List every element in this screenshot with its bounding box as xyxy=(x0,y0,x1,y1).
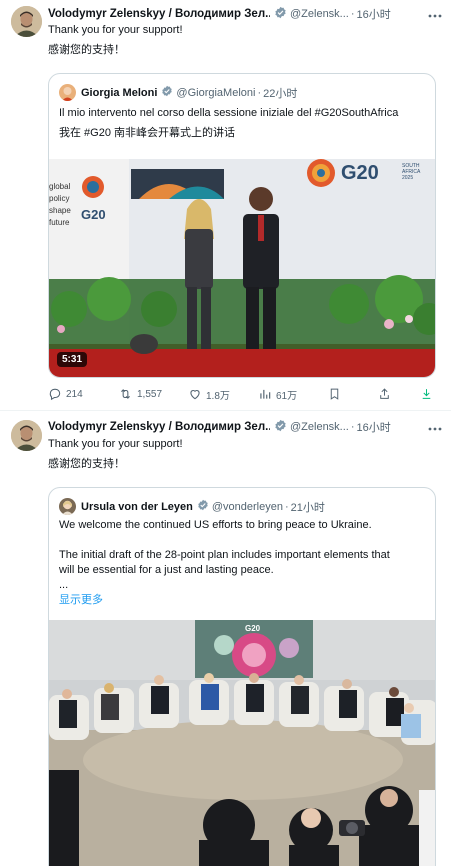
banner-left-text-2: policy xyxy=(49,194,69,203)
tweet-header: Volodymyr Zelenskyy / Володимир Зел... @… xyxy=(48,6,443,22)
tweet-actions: 214 1,557 1.8万 61万 xyxy=(48,385,438,403)
quoted-text-line-2: 我在 #G20 南非峰会开幕式上的讲话 xyxy=(59,127,236,139)
quoted-text-line-2: The initial draft of the 28-point plan i… xyxy=(59,549,390,561)
separator-dot: · xyxy=(257,86,262,99)
author-avatar[interactable] xyxy=(11,420,42,451)
retweet-button[interactable]: 1,557 xyxy=(118,387,188,401)
video-duration-badge: 5:31 xyxy=(57,352,88,367)
banner-g20-small: G20 xyxy=(81,207,106,222)
quoted-photo[interactable]: G20 xyxy=(49,620,435,866)
more-icon[interactable] xyxy=(427,420,443,435)
banner-year: 2025 xyxy=(402,175,413,181)
tweet-1[interactable]: Volodymyr Zelenskyy / Володимир Зел... @… xyxy=(0,0,451,410)
verified-badge-icon xyxy=(274,6,287,22)
like-button[interactable]: 1.8万 xyxy=(188,387,258,402)
quoted-author-name: Giorgia Meloni xyxy=(81,86,158,99)
retweet-count: 1,557 xyxy=(137,388,163,400)
tweet-text-en: Thank you for your support! xyxy=(48,438,183,450)
banner-left-text-1: global xyxy=(49,182,71,191)
show-more-link[interactable]: 显示更多 xyxy=(59,593,425,608)
verified-badge-icon xyxy=(197,499,209,514)
bookmark-icon xyxy=(330,388,339,400)
verified-badge-icon xyxy=(161,85,173,100)
tweet-time[interactable]: 16小时 xyxy=(357,419,391,435)
separator-dot: · xyxy=(284,500,289,513)
banner-left-text-4: future xyxy=(49,218,70,227)
quoted-tweet-header: Giorgia Meloni @GiorgiaMeloni · 22小时 xyxy=(59,84,297,101)
bookmark-button[interactable] xyxy=(328,387,378,401)
share-icon xyxy=(380,388,389,399)
quoted-author-avatar xyxy=(59,84,76,101)
verified-badge-icon xyxy=(274,419,287,435)
author-name[interactable]: Volodymyr Zelenskyy / Володимир Зел... xyxy=(48,421,270,433)
like-icon xyxy=(190,390,200,400)
tweet-text-zh: 感谢您的支持！ xyxy=(48,44,125,56)
author-handle[interactable]: @Zelensk... xyxy=(290,421,349,433)
quoted-tweet[interactable]: Ursula von der Leyen @vonderleyen · 21小时… xyxy=(48,487,436,866)
quoted-tweet-time: 21小时 xyxy=(290,501,325,514)
tweet-text-zh: 感谢您的支持！ xyxy=(48,458,125,470)
quoted-author-handle: @vonderleyen xyxy=(211,500,283,513)
quoted-text-line-3: will be essential for a just and lasting… xyxy=(59,564,274,576)
tweet-header: Volodymyr Zelenskyy / Володимир Зел... @… xyxy=(48,419,443,435)
tweet-2[interactable]: Volodymyr Zelenskyy / Володимир Зел... @… xyxy=(0,411,451,866)
reply-count: 214 xyxy=(66,388,83,400)
quoted-tweet-header: Ursula von der Leyen @vonderleyen · 21小时 xyxy=(59,498,325,515)
download-button[interactable] xyxy=(420,387,437,401)
share-button[interactable] xyxy=(378,387,420,401)
quoted-tweet[interactable]: Giorgia Meloni @GiorgiaMeloni · 22小时 Il … xyxy=(48,73,436,378)
quoted-author-avatar xyxy=(59,498,76,515)
video-player[interactable]: global policy shape future G20 G20 SOUTH… xyxy=(49,159,435,377)
quoted-text-line-4: ... xyxy=(59,579,69,591)
video-thumbnail: global policy shape future G20 G20 SOUTH… xyxy=(49,159,435,377)
separator-dot: · xyxy=(350,421,355,433)
reply-icon xyxy=(49,388,61,401)
photo-g20-banner: G20 xyxy=(245,624,261,633)
quoted-text-line-1: Il mio intervento nel corso della sessio… xyxy=(59,107,399,119)
quoted-author-name: Ursula von der Leyen xyxy=(81,500,193,513)
retweet-icon xyxy=(121,389,130,399)
quoted-text-line-1: We welcome the continued US efforts to b… xyxy=(59,519,372,531)
banner-g20-large: G20 xyxy=(341,162,379,184)
author-avatar[interactable] xyxy=(11,6,42,37)
tweet-text-en: Thank you for your support! xyxy=(48,24,183,36)
views-button[interactable]: 61万 xyxy=(258,387,328,402)
views-icon xyxy=(260,389,271,399)
views-count: 61万 xyxy=(276,390,298,402)
reply-button[interactable]: 214 xyxy=(48,387,118,401)
more-icon[interactable] xyxy=(427,7,443,22)
photo-image: G20 xyxy=(49,620,435,866)
tweet-time[interactable]: 16小时 xyxy=(357,6,391,22)
quoted-author-handle: @GiorgiaMeloni xyxy=(176,86,256,99)
like-count: 1.8万 xyxy=(206,390,230,402)
quoted-tweet-time: 22小时 xyxy=(263,87,298,100)
author-handle[interactable]: @Zelensk... xyxy=(290,8,349,20)
banner-left-text-3: shape xyxy=(49,206,71,215)
download-icon xyxy=(422,389,431,399)
separator-dot: · xyxy=(350,8,355,20)
author-name[interactable]: Volodymyr Zelenskyy / Володимир Зел... xyxy=(48,8,270,20)
